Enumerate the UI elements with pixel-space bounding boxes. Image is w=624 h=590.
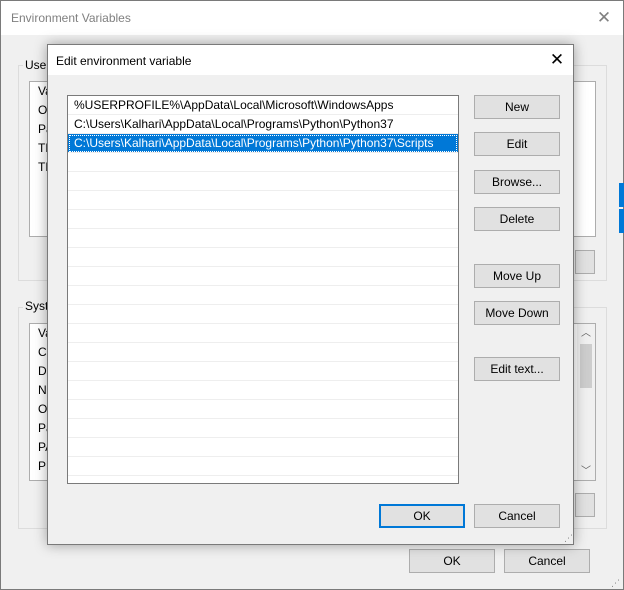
empty-row[interactable] (68, 305, 458, 324)
edit-button[interactable]: Edit (474, 132, 560, 156)
empty-row[interactable] (68, 400, 458, 419)
empty-row[interactable] (68, 419, 458, 438)
close-icon[interactable]: ✕ (544, 47, 570, 73)
bg-cancel-button[interactable]: Cancel (504, 549, 590, 573)
edit-environment-variable-dialog: Edit environment variable ✕ %USERPROFILE… (47, 44, 574, 545)
empty-row[interactable] (68, 172, 458, 191)
empty-row[interactable] (68, 457, 458, 476)
edit-text-button[interactable]: Edit text... (474, 357, 560, 381)
empty-row[interactable] (68, 229, 458, 248)
new-button[interactable]: New (474, 95, 560, 119)
empty-row[interactable] (68, 476, 458, 483)
empty-row[interactable] (68, 438, 458, 457)
bg-ok-button[interactable]: OK (409, 549, 495, 573)
selection-accent (619, 183, 624, 207)
chevron-down-icon[interactable]: ﹀ (581, 462, 591, 477)
path-list[interactable]: %USERPROFILE%\AppData\Local\Microsoft\Wi… (67, 95, 459, 484)
ok-button[interactable]: OK (379, 504, 465, 528)
empty-row[interactable] (68, 191, 458, 210)
path-item-selected[interactable]: C:\Users\Kalhari\AppData\Local\Programs\… (68, 134, 458, 153)
empty-row[interactable] (68, 343, 458, 362)
cancel-button[interactable]: Cancel (474, 504, 560, 528)
resize-grip-icon[interactable]: ⋰ (611, 578, 620, 589)
empty-row[interactable] (68, 381, 458, 400)
vertical-scrollbar[interactable]: ︿ ﹀ (577, 324, 595, 480)
dialog-titlebar: Edit environment variable ✕ (48, 45, 573, 75)
move-down-button[interactable]: Move Down (474, 301, 560, 325)
dialog-title: Edit environment variable (56, 54, 192, 68)
resize-grip-icon[interactable]: ⋰ (561, 532, 573, 544)
path-item[interactable]: C:\Users\Kalhari\AppData\Local\Programs\… (68, 115, 458, 134)
empty-row[interactable] (68, 324, 458, 343)
chevron-up-icon[interactable]: ︿ (581, 324, 591, 339)
empty-row[interactable] (68, 267, 458, 286)
browse-button[interactable]: Browse... (474, 170, 560, 194)
user-delete-button[interactable] (575, 250, 595, 274)
window-title: Environment Variables (11, 11, 131, 25)
selection-accent (619, 209, 624, 233)
empty-row[interactable] (68, 153, 458, 172)
move-up-button[interactable]: Move Up (474, 264, 560, 288)
path-item[interactable]: %USERPROFILE%\AppData\Local\Microsoft\Wi… (68, 96, 458, 115)
empty-row[interactable] (68, 248, 458, 267)
empty-row[interactable] (68, 210, 458, 229)
empty-row[interactable] (68, 362, 458, 381)
delete-button[interactable]: Delete (474, 207, 560, 231)
system-delete-button[interactable] (575, 493, 595, 517)
close-icon[interactable]: ✕ (591, 5, 617, 31)
empty-row[interactable] (68, 286, 458, 305)
scrollbar-thumb[interactable] (580, 344, 592, 388)
window-titlebar: Environment Variables ✕ (1, 1, 623, 35)
